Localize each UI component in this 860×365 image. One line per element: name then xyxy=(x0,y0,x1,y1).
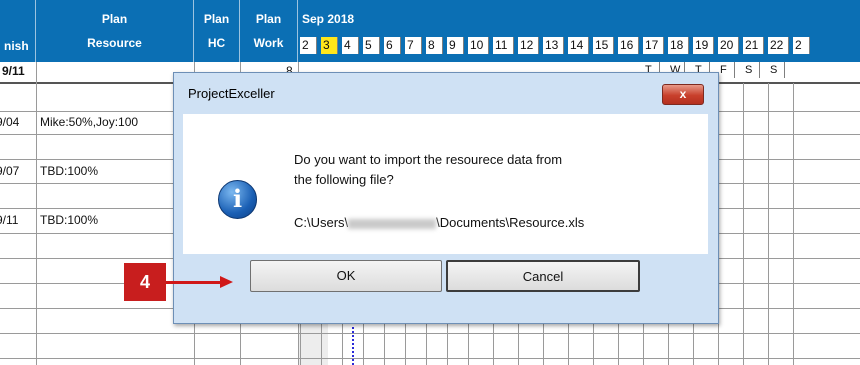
plan-work-header[interactable]: Plan Work xyxy=(240,0,298,62)
import-resource-dialog: ProjectExceller x i Do you want to impor… xyxy=(173,72,719,324)
file-path-suffix: \Documents\Resource.xls xyxy=(436,215,585,230)
day-cell-15[interactable]: 15 xyxy=(593,37,614,54)
close-button[interactable]: x xyxy=(662,84,704,105)
arrow-head-icon xyxy=(220,276,233,288)
dialog-title: ProjectExceller xyxy=(188,86,275,101)
today-marker-line xyxy=(352,322,354,365)
day-cell-22[interactable]: 22 xyxy=(768,37,789,54)
day-cell-17[interactable]: 17 xyxy=(643,37,664,54)
grid-line xyxy=(0,333,860,334)
grid-line xyxy=(743,83,744,365)
dialog-message-line1: Do you want to import the resourece data… xyxy=(294,152,563,167)
day-cell-20[interactable]: 20 xyxy=(718,37,739,54)
weekday-cell: S xyxy=(768,62,785,78)
plan-work-header-line1: Plan xyxy=(255,12,282,26)
row-1-resource[interactable]: Mike:50%,Joy:100 xyxy=(40,115,138,129)
cancel-button[interactable]: Cancel xyxy=(446,260,640,292)
dialog-message-line2: the following file? xyxy=(294,172,394,187)
file-path: C:\Users\ \Documents\Resource.xls xyxy=(294,215,584,230)
day-cell-5[interactable]: 5 xyxy=(363,37,380,54)
day-cell-7[interactable]: 7 xyxy=(405,37,422,54)
row-3-finish[interactable]: 9/11 xyxy=(0,213,18,227)
weekday-cell: F xyxy=(718,62,735,78)
close-icon: x xyxy=(679,87,687,101)
day-cell-14[interactable]: 14 xyxy=(568,37,589,54)
plan-hc-header[interactable]: Plan HC xyxy=(194,0,240,62)
finish-header[interactable]: nish xyxy=(0,0,36,62)
day-cell-3[interactable]: 3 xyxy=(321,37,338,54)
month-header-label: Sep 2018 xyxy=(302,12,355,26)
day-cell-12[interactable]: 12 xyxy=(518,37,539,54)
day-cell-16[interactable]: 16 xyxy=(618,37,639,54)
day-cell-21[interactable]: 21 xyxy=(743,37,764,54)
plan-resource-header-line2: Resource xyxy=(87,36,142,50)
finish-top-value: 9/11 xyxy=(2,64,25,78)
plan-resource-header-line1: Plan xyxy=(101,12,128,26)
day-cell-2[interactable]: 2 xyxy=(793,37,810,54)
day-cell-6[interactable]: 6 xyxy=(384,37,401,54)
day-cell-10[interactable]: 10 xyxy=(468,37,489,54)
day-cell-2[interactable]: 2 xyxy=(300,37,317,54)
step-arrow xyxy=(166,281,222,284)
day-cell-18[interactable]: 18 xyxy=(668,37,689,54)
weekday-cell: S xyxy=(743,62,760,78)
day-cell-11[interactable]: 11 xyxy=(493,37,514,54)
plan-hc-header-line2: HC xyxy=(207,36,226,50)
day-cell-9[interactable]: 9 xyxy=(447,37,464,54)
row-3-resource[interactable]: TBD:100% xyxy=(40,213,98,227)
dialog-body: i Do you want to import the resourece da… xyxy=(183,114,708,254)
row-2-finish[interactable]: 9/07 xyxy=(0,164,19,178)
plan-hc-header-line1: Plan xyxy=(203,12,230,26)
grid-line xyxy=(768,83,769,365)
ok-button[interactable]: OK xyxy=(250,260,442,292)
finish-header-label: nish xyxy=(4,39,29,53)
day-cell-4[interactable]: 4 xyxy=(342,37,359,54)
row-1-finish[interactable]: 9/04 xyxy=(0,115,19,129)
info-icon: i xyxy=(218,180,257,219)
grid-line xyxy=(793,83,794,365)
step-number-badge: 4 xyxy=(124,263,166,301)
plan-work-header-line2: Work xyxy=(253,36,284,50)
day-cell-8[interactable]: 8 xyxy=(426,37,443,54)
file-path-prefix: C:\Users\ xyxy=(294,215,349,230)
row-2-resource[interactable]: TBD:100% xyxy=(40,164,98,178)
redacted-username xyxy=(348,218,437,229)
day-cell-13[interactable]: 13 xyxy=(543,37,564,54)
grid-line xyxy=(0,358,860,359)
day-cell-19[interactable]: 19 xyxy=(693,37,714,54)
grid-line xyxy=(36,62,37,365)
plan-resource-header[interactable]: Plan Resource xyxy=(36,0,194,62)
